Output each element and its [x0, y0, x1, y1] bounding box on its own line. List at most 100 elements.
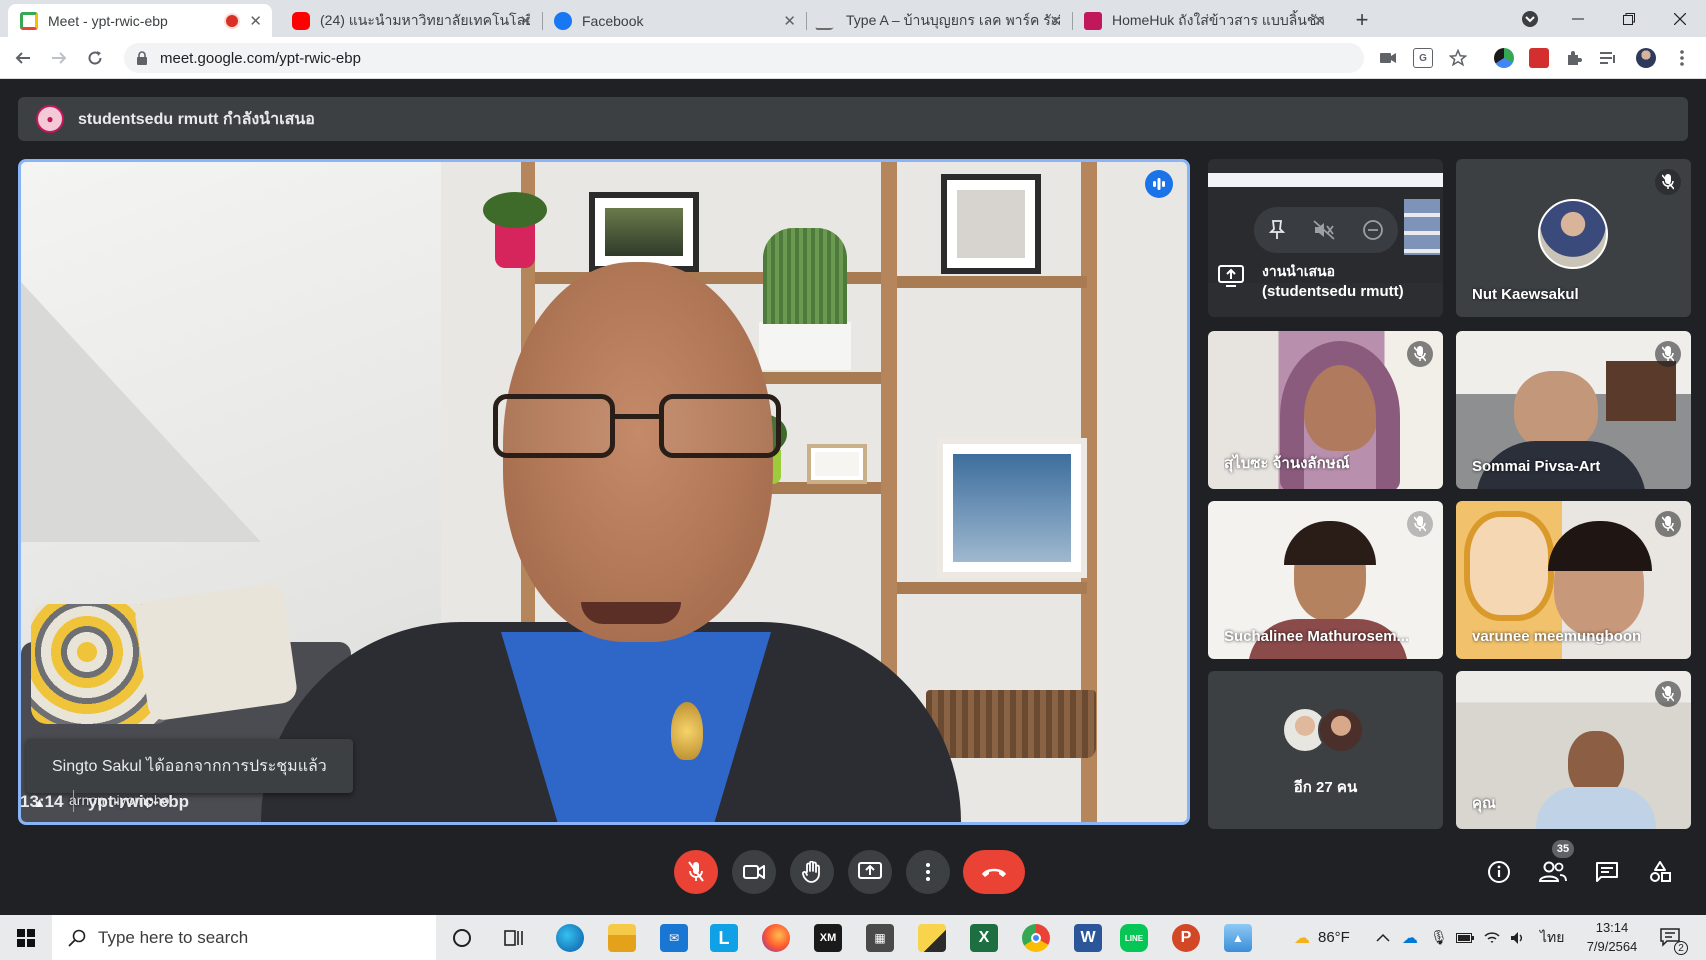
raise-hand-button[interactable]	[790, 850, 834, 894]
participant-tile[interactable]: สุไบซะ จ้านงลักษณ์	[1208, 331, 1443, 489]
microphone-tray-button[interactable]: 🎙	[1430, 915, 1448, 960]
participant-count-badge: 35	[1552, 840, 1574, 858]
close-tab-icon[interactable]: ✕	[783, 12, 796, 30]
input-language-button[interactable]: ไทย	[1540, 915, 1564, 960]
extension-button[interactable]	[1494, 48, 1514, 68]
address-bar[interactable]: meet.google.com/ypt-rwic-ebp	[124, 43, 1364, 73]
close-tab-icon[interactable]: ✕	[249, 12, 262, 30]
mic-off-icon	[1662, 346, 1674, 362]
people-icon	[1539, 861, 1567, 882]
chat-button[interactable]	[1592, 857, 1622, 887]
taskbar-app[interactable]	[918, 924, 946, 952]
close-icon	[1674, 12, 1686, 25]
profile-button[interactable]	[1636, 48, 1656, 68]
taskbar-app[interactable]: L	[710, 924, 738, 952]
tab-type-a[interactable]: Type A – บ้านบุญยกร เลค พาร์ค รังสิ ✕	[806, 4, 1073, 37]
battery-button[interactable]	[1456, 915, 1474, 960]
mic-off-icon	[688, 861, 704, 882]
close-tab-icon[interactable]: ✕	[519, 12, 532, 30]
leave-call-button[interactable]	[963, 850, 1025, 894]
minimize-button[interactable]	[1554, 0, 1602, 37]
onedrive-button[interactable]: ☁	[1402, 915, 1418, 960]
more-participants-tile[interactable]: อีก 27 คน	[1208, 671, 1443, 829]
participant-tile[interactable]: Sommai Pivsa-Art	[1456, 331, 1691, 489]
reload-button[interactable]	[82, 45, 108, 71]
participants-button[interactable]	[1538, 857, 1568, 887]
new-tab-button[interactable]: +	[1348, 6, 1376, 34]
tab-homehuk[interactable]: HomeHuk ถังใส่ข้าวสาร แบบลิ้นชัก 1 ✕	[1072, 4, 1336, 37]
forward-button[interactable]	[46, 45, 72, 71]
mic-off-icon	[1662, 516, 1674, 532]
presenter-banner: ● studentsedu rmutt กำลังนำเสนอ	[18, 97, 1688, 141]
camera-toggle-button[interactable]	[732, 850, 776, 894]
mic-off-icon	[1414, 516, 1426, 532]
meeting-time: 13:14	[20, 792, 64, 811]
participant-name: Nut Kaewsakul	[1472, 286, 1579, 303]
pin-icon[interactable]	[1268, 220, 1286, 240]
browser-menu-button[interactable]	[1672, 48, 1692, 68]
tab-meet[interactable]: Meet - ypt-rwic-ebp ✕	[8, 4, 272, 37]
bookmark-button[interactable]	[1448, 48, 1468, 68]
volume-button[interactable]	[1510, 915, 1526, 960]
tab-youtube[interactable]: (24) แนะนำมหาวิทยาลัยเทคโนโลยีราชม ✕	[280, 4, 543, 37]
close-tab-icon[interactable]: ✕	[1313, 12, 1326, 30]
puzzle-icon	[1568, 51, 1582, 65]
close-tab-icon[interactable]: ✕	[1049, 12, 1062, 30]
cortana-button[interactable]	[448, 924, 476, 952]
tab-search-button[interactable]	[1506, 0, 1554, 37]
taskbar-app[interactable]: W	[1074, 924, 1102, 952]
taskbar-app[interactable]	[762, 924, 790, 952]
muted-icon	[1655, 681, 1681, 707]
participant-tile[interactable]: Nut Kaewsakul	[1456, 159, 1691, 317]
mic-toggle-button[interactable]	[674, 850, 718, 894]
taskbar-app[interactable]: XM	[814, 924, 842, 952]
taskbar-search-box[interactable]: Type here to search	[52, 915, 436, 960]
action-center-button[interactable]: 2	[1660, 915, 1688, 960]
wifi-icon	[1484, 931, 1500, 943]
close-window-button[interactable]	[1656, 0, 1704, 37]
participant-name: Sommai Pivsa-Art	[1472, 458, 1601, 475]
presentation-tile[interactable]: งานนำเสนอ (studentsedu rmutt)	[1208, 159, 1443, 317]
self-tile[interactable]: คุณ	[1456, 671, 1691, 829]
pdf-extension-button[interactable]	[1529, 48, 1549, 68]
taskbar-app[interactable]: LINE	[1120, 924, 1148, 952]
present-screen-icon	[1218, 265, 1244, 287]
taskbar-app[interactable]	[556, 924, 584, 952]
star-icon	[1449, 49, 1467, 67]
meeting-details-button[interactable]	[1484, 857, 1514, 887]
tab-facebook[interactable]: Facebook ✕	[542, 4, 807, 37]
activities-button[interactable]	[1645, 857, 1675, 887]
participant-tile[interactable]: Suchalinee Mathurosem...	[1208, 501, 1443, 659]
facebook-icon	[554, 11, 572, 30]
remove-icon[interactable]	[1362, 219, 1384, 241]
task-view-button[interactable]	[500, 924, 528, 952]
meet-area: ● studentsedu rmutt กำลังนำเสนอ ▲ arnon …	[0, 79, 1706, 915]
translate-button[interactable]: G	[1413, 48, 1433, 68]
restore-button[interactable]	[1605, 0, 1653, 37]
taskbar-app[interactable]: ▲	[1224, 924, 1252, 952]
video-background	[897, 276, 1087, 288]
taskbar-app[interactable]: ✉	[660, 924, 688, 952]
taskbar-app[interactable]: ▦	[866, 924, 894, 952]
audio-level-icon	[1153, 178, 1165, 190]
camera-permission-button[interactable]	[1378, 48, 1398, 68]
back-button[interactable]	[10, 45, 36, 71]
more-options-button[interactable]	[906, 850, 950, 894]
browser-tabstrip: Meet - ypt-rwic-ebp ✕ (24) แนะนำมหาวิทยา…	[0, 0, 1706, 37]
taskbar-app[interactable]: X	[970, 924, 998, 952]
weather-widget[interactable]: ☁ 86°F	[1294, 915, 1350, 960]
show-hidden-icons-button[interactable]	[1376, 915, 1390, 960]
participant-tile[interactable]: varunee meemungboon	[1456, 501, 1691, 659]
mute-audio-icon[interactable]	[1313, 220, 1335, 240]
taskbar-app[interactable]	[608, 924, 636, 952]
windows-taskbar: Type here to search ✉ L XM ▦ X W LINE P …	[0, 915, 1706, 960]
taskbar-app[interactable]: P	[1172, 924, 1200, 952]
present-now-button[interactable]	[848, 850, 892, 894]
taskbar-clock[interactable]: 13:14 7/9/2564	[1574, 918, 1650, 956]
taskbar-app[interactable]	[1022, 924, 1050, 952]
extensions-button[interactable]	[1564, 48, 1584, 68]
media-control-button[interactable]	[1599, 48, 1619, 68]
network-button[interactable]	[1484, 915, 1500, 960]
main-video-tile[interactable]: ▲ arnon niyomphol	[18, 159, 1190, 825]
start-button[interactable]	[0, 915, 52, 960]
